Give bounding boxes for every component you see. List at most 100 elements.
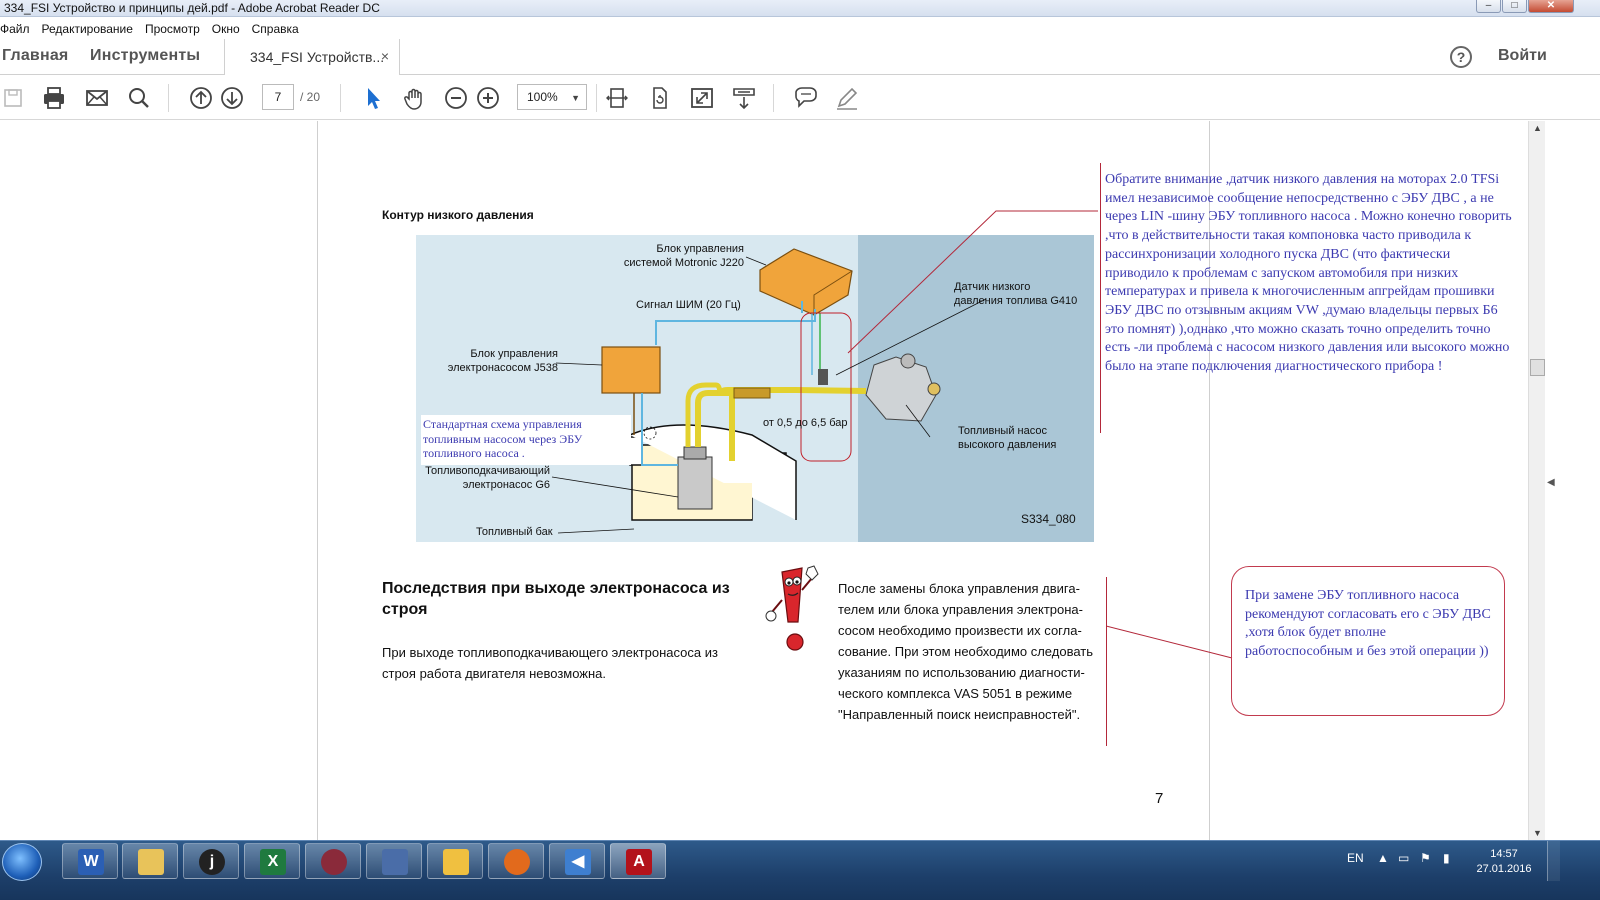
- window-controls: – □ ✕: [1476, 0, 1574, 13]
- vertical-scrollbar[interactable]: ▲ ▼: [1528, 121, 1545, 840]
- zoom-select[interactable]: 100% ▼: [517, 84, 587, 110]
- fullscreen-icon[interactable]: [688, 84, 716, 112]
- taskbar-speaker-app[interactable]: ◀: [549, 843, 605, 879]
- standard-scheme-note: Стандартная схема управления топливным н…: [421, 415, 631, 465]
- annotation-comment-1[interactable]: Обратите внимание ,датчик низкого давлен…: [1105, 171, 1515, 377]
- start-button[interactable]: [2, 843, 42, 881]
- fit-page-icon[interactable]: [603, 84, 631, 112]
- email-icon[interactable]: [83, 84, 111, 112]
- minimize-button[interactable]: –: [1476, 0, 1501, 13]
- taskbar-network[interactable]: [366, 843, 422, 879]
- volume-tray-icon[interactable]: ▮: [1443, 851, 1450, 865]
- toolbar-separator: [168, 84, 169, 112]
- java-icon: j: [199, 849, 225, 875]
- file-explorer-icon: [138, 849, 164, 875]
- login-button[interactable]: Войти: [1498, 47, 1547, 65]
- label-j538: Блок управления электронасосом J538: [447, 348, 558, 374]
- taskbar-media[interactable]: [305, 843, 361, 879]
- action-center-icon[interactable]: ⚑: [1420, 851, 1431, 865]
- maximize-button[interactable]: □: [1502, 0, 1527, 13]
- hand-icon[interactable]: [401, 84, 429, 112]
- speaker-app-icon: ◀: [565, 849, 591, 875]
- clock-date: 27.01.2016: [1476, 863, 1532, 875]
- taskbar-firefox[interactable]: [488, 843, 544, 879]
- system-clock[interactable]: 14:57 27.01.2016: [1474, 847, 1534, 877]
- tab-document[interactable]: 334_FSI Устройств... ×: [224, 39, 400, 75]
- taskbar-acrobat[interactable]: A: [610, 843, 666, 879]
- page-number-label: 7: [1155, 790, 1164, 807]
- select-cursor-icon[interactable]: [359, 84, 387, 112]
- taskbar-explorer[interactable]: [122, 843, 178, 879]
- read-mode-icon[interactable]: [730, 84, 758, 112]
- taskbar-excel[interactable]: X: [244, 843, 300, 879]
- label-g6: Топливоподкачивающий электронасос G6: [425, 465, 550, 491]
- save-icon[interactable]: [0, 84, 28, 112]
- close-window-button[interactable]: ✕: [1528, 0, 1574, 13]
- acrobat-window: 334_FSI Устройство и принципы дей.pdf - …: [0, 0, 1600, 900]
- tab-bar: Главная Инструменты 334_FSI Устройств...…: [0, 39, 1600, 75]
- scroll-up-icon[interactable]: ▲: [1533, 123, 1542, 133]
- label-pressure: от 0,5 до 6,5 бар: [763, 417, 848, 429]
- page-total: / 20: [300, 90, 321, 104]
- page-number-input[interactable]: 7: [262, 84, 294, 110]
- menu-edit[interactable]: Редактирование: [36, 22, 139, 36]
- figure-code: S334_080: [1021, 512, 1076, 526]
- rotate-icon[interactable]: [645, 84, 673, 112]
- title-bar: 334_FSI Устройство и принципы дей.pdf - …: [0, 0, 1600, 17]
- zoom-out-icon[interactable]: [442, 84, 470, 112]
- folder-icon: [443, 849, 469, 875]
- clock-time: 14:57: [1490, 848, 1518, 860]
- label-tank: Топливный бак: [476, 526, 553, 538]
- right-pane-toggle[interactable]: ◀: [1545, 121, 1560, 840]
- consequences-paragraph: При выходе топливоподкачивающего электро…: [382, 645, 718, 681]
- menu-window[interactable]: Окно: [206, 22, 246, 36]
- network-icon: [382, 849, 408, 875]
- chevron-left-icon[interactable]: ◀: [1547, 477, 1555, 488]
- taskbar-word[interactable]: W: [62, 843, 118, 879]
- taskbar: W j X ◀ A EN ▲ ▭ ⚑ ▮ 14:57 27.01.2016: [0, 840, 1600, 900]
- word-icon: W: [78, 849, 104, 875]
- menu-file[interactable]: Файл: [0, 22, 36, 36]
- zoom-value: 100%: [527, 90, 558, 104]
- tab-tools[interactable]: Инструменты: [90, 47, 200, 65]
- toolbar-separator: [596, 84, 597, 112]
- label-pwm: Сигнал ШИМ (20 Гц): [636, 299, 741, 311]
- tab-document-label: 334_FSI Устройств...: [250, 49, 385, 65]
- annotation-connector: [1106, 625, 1233, 659]
- zoom-in-icon[interactable]: [474, 84, 502, 112]
- page-up-icon[interactable]: [187, 84, 215, 112]
- language-indicator[interactable]: EN: [1347, 851, 1364, 865]
- label-j220: Блок управления системой Motronic J220: [623, 243, 744, 269]
- tab-home[interactable]: Главная: [2, 47, 68, 65]
- taskbar-folder[interactable]: [427, 843, 483, 879]
- firefox-icon: [504, 849, 530, 875]
- annotation-marker-line: [1106, 577, 1107, 746]
- help-icon[interactable]: ?: [1450, 46, 1472, 68]
- menu-view[interactable]: Просмотр: [139, 22, 206, 36]
- menu-bar: Файл Редактирование Просмотр Окно Справк…: [0, 18, 1600, 39]
- print-icon[interactable]: [40, 84, 68, 112]
- media-icon: [321, 849, 347, 875]
- sign-icon[interactable]: [833, 84, 861, 112]
- navigation-pane: [0, 121, 318, 840]
- annotation-comment-2[interactable]: При замене ЭБУ топливного насоса рекомен…: [1231, 566, 1505, 716]
- network-tray-icon[interactable]: ▭: [1398, 851, 1409, 865]
- scroll-thumb[interactable]: [1530, 359, 1545, 376]
- taskbar-java[interactable]: j: [183, 843, 239, 879]
- toolbar-separator: [773, 84, 774, 112]
- scroll-down-icon[interactable]: ▼: [1533, 828, 1542, 838]
- search-icon[interactable]: [125, 84, 153, 112]
- toolbar-separator: [340, 84, 341, 112]
- page-down-icon[interactable]: [218, 84, 246, 112]
- toolbar: 7 / 20 100% ▼: [0, 76, 1600, 120]
- replacement-note-paragraph: После замены блока управления двига- тел…: [838, 581, 1093, 722]
- menu-help[interactable]: Справка: [246, 22, 305, 36]
- close-tab-icon[interactable]: ×: [381, 48, 389, 64]
- tray-expand-icon[interactable]: ▲: [1377, 851, 1389, 865]
- show-desktop-button[interactable]: [1547, 841, 1560, 881]
- excel-icon: X: [260, 849, 286, 875]
- window-title: 334_FSI Устройство и принципы дей.pdf - …: [4, 1, 380, 15]
- comment-icon[interactable]: [792, 84, 820, 112]
- acrobat-icon: A: [626, 849, 652, 875]
- warning-exclamation-icon: [762, 560, 822, 655]
